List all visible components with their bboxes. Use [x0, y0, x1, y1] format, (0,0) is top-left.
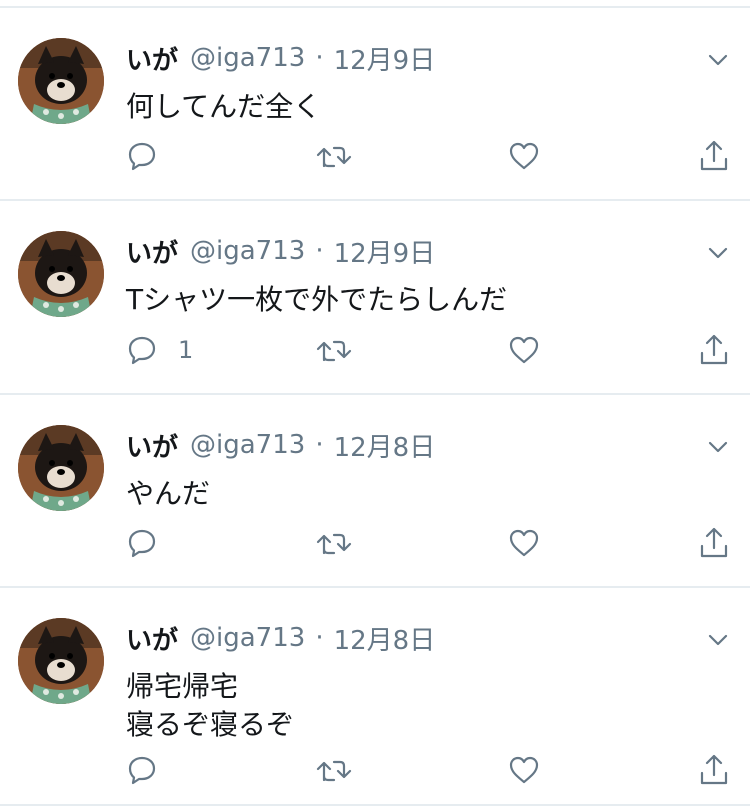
tweet-text: 帰宅帰宅 寝るぞ寝るぞ [126, 670, 295, 741]
timestamp[interactable]: 12月8日 [334, 427, 436, 464]
display-name[interactable]: いが [126, 233, 178, 270]
retweet-button[interactable] [316, 330, 352, 370]
tweet-header: いが @iga713 · 12月9日 [126, 38, 435, 78]
avatar[interactable] [18, 425, 104, 511]
tweet[interactable]: いが @iga713 · 12月9日 Tシャツ一枚で外でたらしんだ 1 [0, 201, 750, 395]
like-button[interactable] [508, 750, 540, 790]
separator-dot: · [315, 623, 324, 653]
chevron-down-icon[interactable] [706, 48, 730, 72]
tweet[interactable]: いが @iga713 · 12月8日 やんだ [0, 395, 750, 588]
tweet-header: いが @iga713 · 12月8日 [126, 618, 435, 658]
reply-icon [126, 754, 158, 786]
tweet-header: いが @iga713 · 12月9日 [126, 231, 435, 271]
tweet[interactable]: いが @iga713 · 12月8日 帰宅帰宅 寝るぞ寝るぞ [0, 588, 750, 806]
username[interactable]: @iga713 [190, 43, 305, 73]
retweet-icon [316, 334, 352, 366]
tweet-actions [0, 750, 750, 790]
reply-button[interactable] [126, 750, 178, 790]
reply-button[interactable] [126, 136, 178, 176]
timestamp[interactable]: 12月9日 [334, 40, 436, 77]
separator-dot: · [315, 236, 324, 266]
tweet-text: Tシャツ一枚で外でたらしんだ [126, 283, 508, 316]
heart-icon [508, 754, 540, 786]
avatar[interactable] [18, 618, 104, 704]
username[interactable]: @iga713 [190, 623, 305, 653]
share-icon [698, 139, 730, 173]
like-button[interactable] [508, 330, 540, 370]
heart-icon [508, 527, 540, 559]
tweet-actions [0, 136, 750, 176]
tweet-text: やんだ [126, 477, 211, 510]
retweet-button[interactable] [316, 750, 352, 790]
share-button[interactable] [698, 523, 730, 563]
share-button[interactable] [698, 136, 730, 176]
tweet-actions: 1 [0, 330, 750, 370]
reply-icon [126, 140, 158, 172]
share-button[interactable] [698, 750, 730, 790]
retweet-icon [316, 140, 352, 172]
share-icon [698, 333, 730, 367]
reply-button[interactable]: 1 [126, 330, 193, 370]
retweet-icon [316, 754, 352, 786]
chevron-down-icon[interactable] [706, 628, 730, 652]
separator-dot: · [315, 43, 324, 73]
avatar[interactable] [18, 231, 104, 317]
tweet-header: いが @iga713 · 12月8日 [126, 425, 435, 465]
retweet-button[interactable] [316, 136, 352, 176]
separator-dot: · [315, 430, 324, 460]
timestamp[interactable]: 12月8日 [334, 620, 436, 657]
avatar[interactable] [18, 38, 104, 124]
tweet-actions [0, 523, 750, 563]
username[interactable]: @iga713 [190, 236, 305, 266]
timestamp[interactable]: 12月9日 [334, 233, 436, 270]
display-name[interactable]: いが [126, 40, 178, 77]
reply-icon [126, 527, 158, 559]
heart-icon [508, 334, 540, 366]
tweet[interactable]: いが @iga713 · 12月9日 何してんだ全く [0, 8, 750, 201]
username[interactable]: @iga713 [190, 430, 305, 460]
share-icon [698, 753, 730, 787]
reply-button[interactable] [126, 523, 178, 563]
share-icon [698, 526, 730, 560]
reply-count: 1 [178, 336, 194, 364]
chevron-down-icon[interactable] [706, 241, 730, 265]
tweet-text: 何してんだ全く [126, 90, 322, 123]
retweet-icon [316, 527, 352, 559]
display-name[interactable]: いが [126, 620, 178, 657]
like-button[interactable] [508, 136, 540, 176]
reply-icon [126, 334, 158, 366]
retweet-button[interactable] [316, 523, 352, 563]
heart-icon [508, 140, 540, 172]
share-button[interactable] [698, 330, 730, 370]
like-button[interactable] [508, 523, 540, 563]
display-name[interactable]: いが [126, 427, 178, 464]
chevron-down-icon[interactable] [706, 435, 730, 459]
